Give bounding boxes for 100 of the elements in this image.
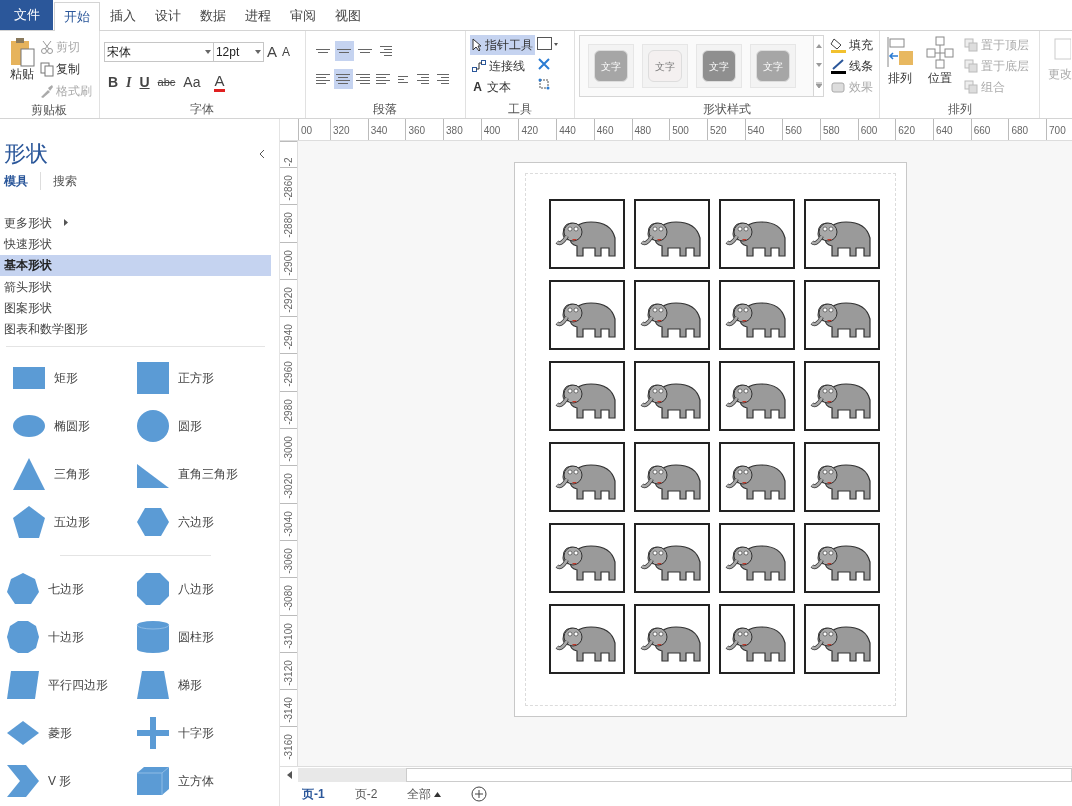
scrollbar-thumb[interactable] (406, 767, 1072, 782)
shape-label[interactable]: 矩形 (54, 368, 78, 387)
lines-icon (380, 46, 393, 56)
position-button[interactable]: 位置 (920, 35, 961, 100)
ribbon-tab[interactable]: 插入 (101, 2, 145, 30)
panel-tab[interactable]: 搜索 (41, 172, 89, 190)
dropdown-arrow-icon (254, 50, 261, 55)
font-color-button[interactable]: A (214, 72, 225, 92)
style-swatch[interactable]: 文字 (642, 44, 689, 88)
shape-label[interactable]: 八边形 (177, 579, 214, 598)
font-name-field[interactable]: 宋体 (103, 42, 214, 63)
ruler-label: 460 (593, 119, 632, 140)
shape-label[interactable]: 椭圆形 (54, 416, 90, 435)
align-center-button[interactable] (333, 69, 353, 89)
page-tab[interactable]: 页-1 (302, 785, 325, 803)
ruler-label: -3160 (283, 733, 295, 763)
up-arrow-icon (815, 43, 822, 48)
shape-label[interactable]: 圆形 (177, 416, 202, 435)
elephant-drawing (556, 383, 616, 419)
ruler-label: -2860 (283, 174, 295, 203)
lines-icon (337, 49, 352, 53)
ruler-label: 540 (744, 119, 783, 140)
ruler-label: 640 (933, 119, 971, 140)
ruler-label: 440 (556, 119, 594, 140)
close-icon (536, 57, 551, 71)
elephant-drawing (556, 221, 616, 257)
connector-tool-button[interactable]: 连接线 (469, 56, 535, 76)
align-shapes-icon (886, 35, 915, 69)
lines-icon (336, 74, 351, 84)
octagon-shape-icon (135, 572, 170, 605)
ruler-label: 00 (298, 119, 330, 140)
plus-icon (471, 786, 488, 802)
shape-label[interactable]: 菱形 (48, 723, 72, 742)
ribbon-tab[interactable]: 设计 (146, 2, 190, 30)
grow-font-button[interactable]: A (266, 41, 277, 64)
copy-button[interactable]: 复制 (40, 59, 92, 79)
stencil-item[interactable]: 基本形状 (0, 254, 271, 276)
case-button[interactable]: Aa (183, 71, 201, 93)
ruler-label: 420 (518, 119, 557, 140)
lines-icon (356, 74, 371, 84)
ruler-label: -2960 (283, 360, 295, 390)
page-tab[interactable]: 全部 (407, 785, 442, 803)
paste-button[interactable]: 粘贴 (4, 35, 40, 101)
lines-icon (358, 49, 373, 53)
ruler-label: 600 (857, 119, 896, 140)
shape-label[interactable]: 十字形 (177, 723, 214, 742)
line-button[interactable]: 线条 (830, 56, 874, 75)
bold-button[interactable]: B (107, 71, 119, 93)
panel-tab[interactable]: 模具 (4, 172, 41, 190)
shape-label[interactable]: 六边形 (177, 512, 214, 531)
ribbon-tab[interactable]: 进程 (236, 2, 280, 30)
stencil-item[interactable]: 快速形状 (0, 233, 271, 255)
ruler-label: -3120 (283, 659, 295, 688)
shape-label[interactable]: 十边形 (48, 627, 84, 646)
shape-label[interactable]: 梯形 (177, 675, 202, 694)
shape-label[interactable]: 三角形 (54, 464, 90, 483)
file-tab[interactable]: 文件 (0, 0, 53, 30)
paint-bucket-icon (830, 36, 847, 53)
gallery-scroll[interactable] (814, 35, 825, 97)
shape-label[interactable]: 七边形 (48, 579, 84, 598)
lines-icon (316, 49, 331, 53)
shape-label[interactable]: 正方形 (177, 368, 214, 387)
add-page-button[interactable] (471, 786, 488, 802)
elephant-drawing (811, 626, 871, 662)
submenu-arrow-icon (64, 219, 68, 227)
elephant-drawing (556, 464, 616, 500)
stencil-item[interactable]: 图案形状 (0, 297, 271, 319)
stencil-item[interactable]: 更多形状 (0, 212, 271, 234)
stencil-item[interactable]: 箭头形状 (0, 276, 271, 298)
pointer-tool-button[interactable]: 指针工具 (469, 35, 535, 55)
shape-label[interactable]: 平行四边形 (48, 675, 108, 694)
lines-icon (417, 74, 430, 84)
font-size-field[interactable]: 12pt (213, 42, 264, 63)
shape-label[interactable]: 立方体 (177, 771, 214, 790)
underline-button[interactable]: U (139, 71, 150, 93)
ruler-label: 620 (895, 119, 933, 140)
stencil-item[interactable]: 图表和数学图形 (0, 318, 271, 340)
page-tab[interactable]: 页-2 (354, 785, 378, 803)
elephant-drawing (641, 221, 701, 257)
parallelogram-shape-icon (6, 668, 40, 701)
shrink-font-button[interactable]: A (281, 43, 290, 62)
strike-button[interactable]: abc (157, 73, 176, 91)
italic-button[interactable]: I (126, 71, 132, 93)
shape-label[interactable]: 五边形 (54, 512, 90, 531)
elephant-drawing (556, 302, 616, 338)
shape-label[interactable]: V 形 (48, 771, 72, 790)
ribbon-tab[interactable]: 视图 (326, 2, 370, 30)
elephant-drawing (811, 302, 871, 338)
align-middle-button[interactable] (334, 41, 354, 61)
layout-icon (925, 35, 956, 69)
ribbon-tab[interactable]: 审阅 (281, 2, 325, 30)
ribbon-tab[interactable]: 数据 (191, 2, 235, 30)
shape-label[interactable]: 直角三角形 (177, 464, 238, 483)
fill-button[interactable]: 填充 (830, 35, 874, 54)
arrange-button[interactable]: 排列 (884, 35, 917, 100)
shape-label[interactable]: 圆柱形 (177, 627, 214, 646)
ribbon-tab[interactable]: 开始 (54, 2, 100, 31)
lines-icon (376, 74, 391, 84)
ruler-label: 320 (330, 119, 368, 140)
text-tool-button[interactable]: A 文本 (469, 77, 535, 97)
